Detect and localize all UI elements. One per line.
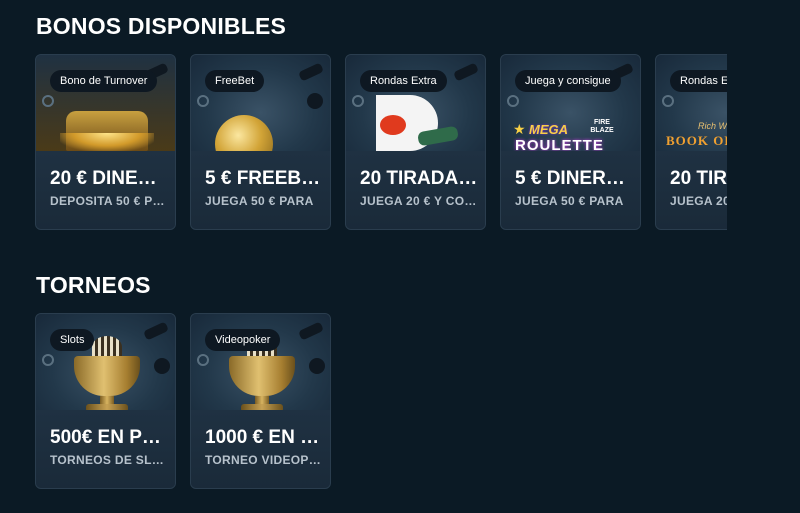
football-icon	[215, 115, 273, 151]
book-of-text: BOOK OF	[666, 133, 727, 148]
mega-logo-text: MEGA	[529, 122, 568, 137]
card-subtitle: JUEGA 20 € Y CONSIGUE	[360, 194, 478, 208]
card-title: 20 TIRADAS GRATIS	[360, 168, 478, 189]
card-tag: Videopoker	[205, 329, 281, 351]
card-title: 5 € DINERO EN EFECTIVO	[515, 168, 633, 189]
game-logo-red-shape	[380, 115, 406, 135]
card-tag: Slots	[50, 329, 95, 351]
decor-ring-icon	[197, 354, 209, 366]
trophy-icon	[229, 356, 295, 396]
fire-blaze-text: FIRE BLAZE	[590, 119, 614, 134]
roulette-text: ROULETTE	[515, 137, 604, 151]
card-subtitle: TORNEOS DE SLOTS	[50, 453, 168, 467]
decor-joystick-icon	[298, 62, 324, 82]
tournament-list: Slots 500€ EN PREMIOS TORNEOS DE SLOTS V…	[35, 313, 335, 489]
card-title: 1000 € EN PREMIOS	[205, 427, 323, 448]
card-title: 20 € DINERO EN EFECTIVO	[50, 168, 168, 189]
rich-wilde-text: Rich Wilde	[698, 121, 727, 131]
decor-ring-icon	[352, 95, 364, 107]
decor-ring-icon	[662, 95, 674, 107]
star-icon: ★	[513, 121, 526, 137]
card-title: 20 TIRADAS	[670, 168, 727, 189]
trophy-reels	[92, 336, 122, 358]
card-tag: Bono de Turnover	[50, 70, 158, 92]
card-image-trophy	[36, 314, 175, 410]
card-subtitle: JUEGA 50 € PARA	[205, 194, 314, 208]
decor-ring-icon	[507, 95, 519, 107]
bonus-card-freebet[interactable]: FreeBet 5 € FREEBET JUEGA 50 € PARA	[190, 54, 331, 230]
decor-puck-icon	[154, 358, 170, 374]
bonus-card-rondas-extra-2[interactable]: Rich Wilde BOOK OF Rondas Extra 20 TIRAD…	[655, 54, 727, 230]
card-image-football	[191, 55, 330, 151]
card-subtitle: DEPOSITA 50 € POR	[50, 194, 168, 208]
card-body: 20 TIRADAS JUEGA 20 €	[656, 151, 727, 229]
decor-ring-icon	[42, 354, 54, 366]
card-body: 500€ EN PREMIOS TORNEOS DE SLOTS	[36, 410, 175, 488]
card-body: 5 € DINERO EN EFECTIVO JUEGA 50 € PARA	[501, 151, 640, 229]
card-body: 5 € FREEBET JUEGA 50 € PARA	[191, 151, 330, 229]
card-title: 5 € FREEBET	[205, 168, 323, 189]
card-body: 20 TIRADAS GRATIS JUEGA 20 € Y CONSIGUE	[346, 151, 485, 229]
bonus-card-rondas-extra[interactable]: Rondas Extra 20 TIRADAS GRATIS JUEGA 20 …	[345, 54, 486, 230]
gold-glow	[60, 133, 154, 151]
card-tag: Juega y consigue	[515, 70, 621, 92]
section-title-bonos: BONOS DISPONIBLES	[36, 13, 287, 39]
card-tag: Rondas Extra	[670, 70, 727, 92]
card-tag: Rondas Extra	[360, 70, 447, 92]
card-subtitle: TORNEO VIDEOPOKER	[205, 453, 323, 467]
card-body: 20 € DINERO EN EFECTIVO DEPOSITA 50 € PO…	[36, 151, 175, 229]
decor-puck-icon	[309, 358, 325, 374]
card-tag: FreeBet	[205, 70, 265, 92]
bonus-card-juega-y-consigue[interactable]: ★ MEGA FIRE BLAZE ROULETTE Juega y consi…	[500, 54, 641, 230]
decor-ring-icon	[42, 95, 54, 107]
card-body: 1000 € EN PREMIOS TORNEO VIDEOPOKER	[191, 410, 330, 488]
section-title-torneos: TORNEOS	[36, 272, 151, 298]
card-title: 500€ EN PREMIOS	[50, 427, 168, 448]
bonus-carousel[interactable]: Bono de Turnover 20 € DINERO EN EFECTIVO…	[35, 54, 727, 230]
decor-joystick-icon	[453, 62, 479, 82]
decor-joystick-icon	[143, 321, 169, 341]
trophy-icon	[74, 356, 140, 396]
tournament-card-videopoker[interactable]: Videopoker 1000 € EN PREMIOS TORNEO VIDE…	[190, 313, 331, 489]
decor-ring-icon	[197, 95, 209, 107]
card-subtitle: JUEGA 20 €	[670, 194, 727, 208]
card-subtitle: JUEGA 50 € PARA	[515, 194, 624, 208]
decor-puck-icon	[307, 93, 323, 109]
decor-joystick-icon	[298, 321, 324, 341]
bonus-card-turnover[interactable]: Bono de Turnover 20 € DINERO EN EFECTIVO…	[35, 54, 176, 230]
tournament-card-slots[interactable]: Slots 500€ EN PREMIOS TORNEOS DE SLOTS	[35, 313, 176, 489]
